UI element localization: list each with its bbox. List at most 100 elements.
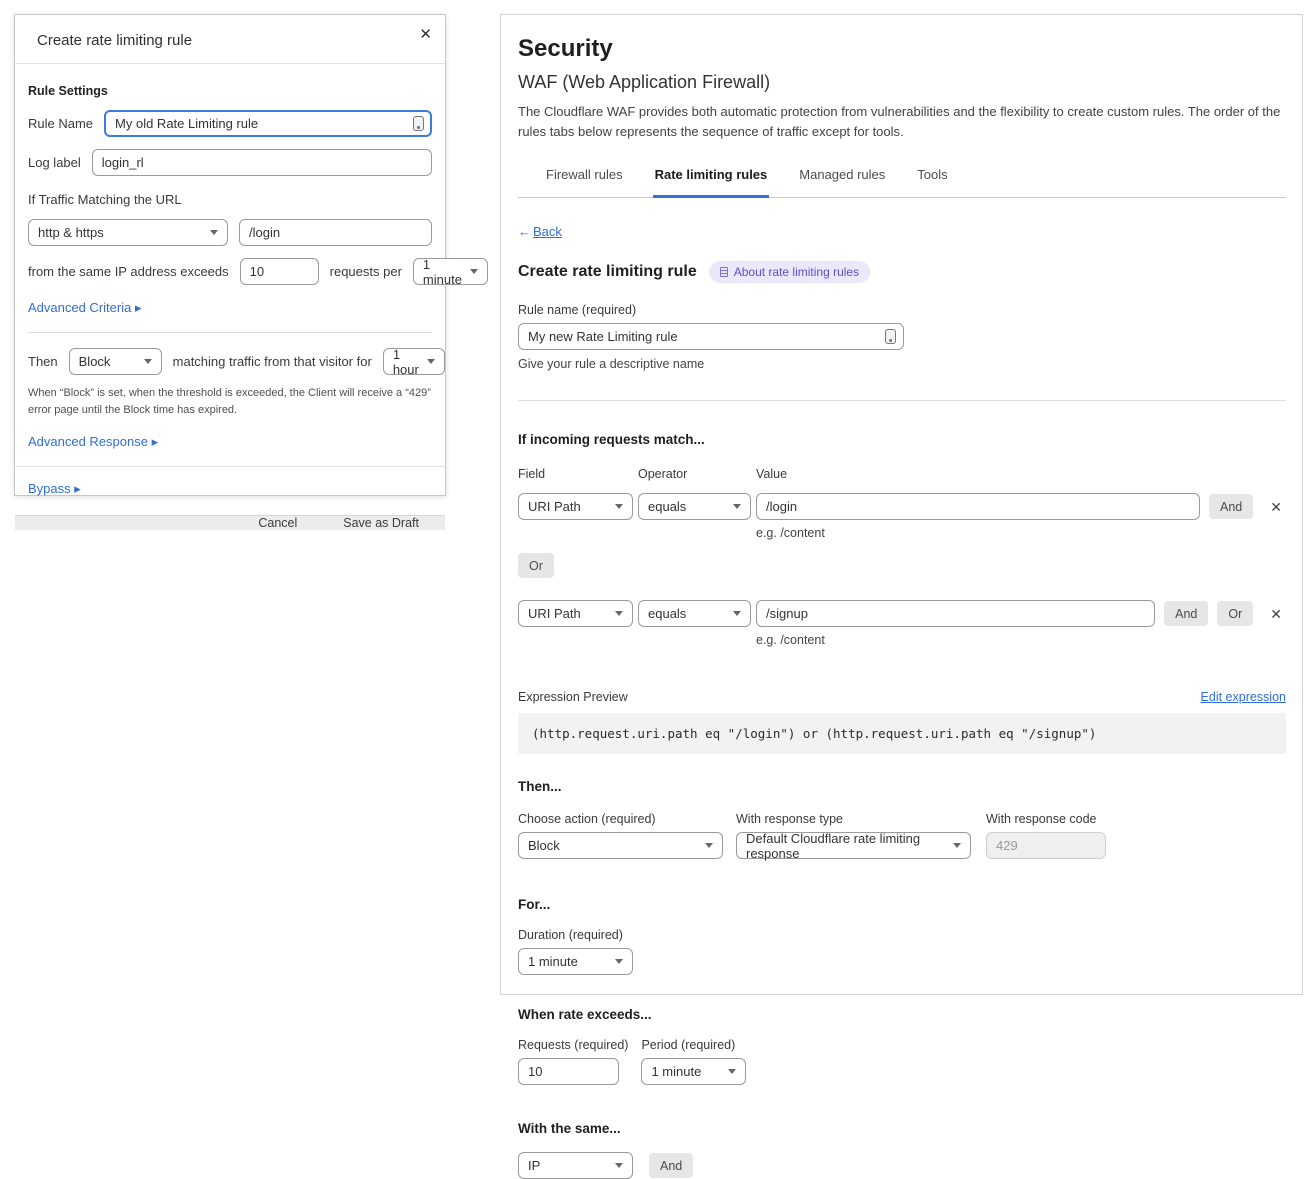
- period-group: Period (required) 1 minute: [641, 1038, 746, 1085]
- period-select[interactable]: 1 minute: [413, 258, 488, 285]
- response-type-label: With response type: [736, 812, 971, 826]
- chevron-down-icon: [615, 611, 623, 616]
- document-icon: [720, 267, 728, 277]
- chevron-down-icon: [733, 504, 741, 509]
- chevron-down-icon: [470, 269, 478, 274]
- log-label-input-wrap: [92, 149, 432, 176]
- expression-code: (http.request.uri.path eq "/login") or (…: [518, 713, 1286, 754]
- dialog-body: Rule Settings Rule Name Log label If Tra…: [15, 64, 445, 450]
- requests-input[interactable]: [240, 258, 319, 285]
- dialog-title: Create rate limiting rule: [37, 32, 192, 49]
- rule-name-input-wrap: [518, 323, 904, 350]
- operator-select[interactable]: equals: [638, 600, 751, 627]
- rule-name-help: Give your rule a descriptive name: [518, 357, 1286, 371]
- field-select[interactable]: URI Path: [518, 600, 633, 627]
- chevron-down-icon: [427, 359, 435, 364]
- expression-preview-label: Expression Preview: [518, 690, 628, 704]
- requests-input[interactable]: [518, 1058, 619, 1085]
- tab-rate-limiting-rules[interactable]: Rate limiting rules: [653, 161, 770, 198]
- same-row: IP And: [518, 1152, 1286, 1179]
- action-label: Choose action (required): [518, 812, 723, 826]
- chevron-down-icon: [733, 611, 741, 616]
- edit-expression-link[interactable]: Edit expression: [1201, 690, 1286, 704]
- action-field-group: Choose action (required) Block: [518, 812, 723, 859]
- bypass-link[interactable]: Bypass ▸: [28, 481, 81, 496]
- advanced-response-link[interactable]: Advanced Response ▸: [28, 434, 432, 450]
- condition-column-labels: Field Operator Value: [518, 467, 1286, 487]
- scheme-select[interactable]: http & https: [28, 219, 228, 246]
- rule-name-input-wrap: [104, 110, 432, 137]
- tab-tools[interactable]: Tools: [915, 161, 949, 198]
- response-type-select[interactable]: Default Cloudflare rate limiting respons…: [736, 832, 971, 859]
- log-label-input[interactable]: [92, 149, 432, 176]
- value-column-label: Value: [756, 467, 787, 481]
- url-input[interactable]: [239, 219, 432, 246]
- field-column-label: Field: [518, 467, 638, 481]
- rule-name-row: Rule Name: [28, 110, 432, 137]
- page-subtitle: WAF (Web Application Firewall): [518, 72, 1286, 93]
- rule-name-input[interactable]: [104, 110, 432, 137]
- period-select[interactable]: 1 minute: [641, 1058, 746, 1085]
- duration-select[interactable]: 1 minute: [518, 948, 633, 975]
- then-fields-row: Choose action (required) Block With resp…: [518, 812, 1286, 859]
- tab-managed-rules[interactable]: Managed rules: [797, 161, 887, 198]
- remove-condition-icon[interactable]: ✕: [1270, 500, 1282, 514]
- or-connector-button[interactable]: Or: [518, 553, 554, 578]
- remove-condition-icon[interactable]: ✕: [1270, 607, 1282, 621]
- dialog-footer: Cancel Save as Draft: [15, 515, 445, 530]
- page-description: The Cloudflare WAF provides both automat…: [518, 102, 1286, 141]
- rule-name-label: Rule Name: [28, 116, 93, 131]
- match-section-title: If incoming requests match...: [518, 432, 1286, 447]
- log-label-row: Log label: [28, 149, 432, 176]
- chevron-down-icon: [615, 959, 623, 964]
- value-hint: e.g. /content: [756, 526, 1286, 540]
- condition-row: URI Path equals And ✕: [518, 493, 1286, 520]
- or-button[interactable]: Or: [1217, 601, 1253, 626]
- and-button[interactable]: And: [1164, 601, 1208, 626]
- divider: [518, 400, 1286, 401]
- chevron-down-icon: [953, 843, 961, 848]
- chevron-down-icon: [615, 1163, 623, 1168]
- divider: [28, 332, 432, 333]
- advanced-criteria-link[interactable]: Advanced Criteria ▸: [28, 300, 432, 316]
- value-input[interactable]: [756, 493, 1200, 520]
- response-type-group: With response type Default Cloudflare ra…: [736, 812, 971, 859]
- close-icon[interactable]: ✕: [419, 25, 432, 43]
- field-select[interactable]: URI Path: [518, 493, 633, 520]
- page-title: Security: [518, 35, 1286, 63]
- url-match-row: http & https: [28, 219, 432, 246]
- back-link[interactable]: ←Back: [518, 224, 1286, 239]
- log-label: Log label: [28, 155, 81, 170]
- rate-fields-row: Requests (required) Period (required) 1 …: [518, 1038, 1286, 1085]
- waf-tabs: Firewall rules Rate limiting rules Manag…: [518, 161, 1286, 198]
- action-select[interactable]: Block: [69, 348, 162, 375]
- response-code-group: With response code: [986, 812, 1106, 859]
- and-button[interactable]: And: [1209, 494, 1253, 519]
- for-section-title: For...: [518, 897, 1286, 912]
- create-rate-limiting-rule-dialog: Create rate limiting rule ✕ Rule Setting…: [14, 14, 446, 496]
- tab-firewall-rules[interactable]: Firewall rules: [544, 161, 625, 198]
- chevron-down-icon: [705, 843, 713, 848]
- action-select[interactable]: Block: [518, 832, 723, 859]
- bypass-section: Bypass ▸: [15, 467, 445, 515]
- condition-row: URI Path equals And Or ✕: [518, 600, 1286, 627]
- chevron-down-icon: [615, 504, 623, 509]
- threshold-prefix: from the same IP address exceeds: [28, 264, 229, 279]
- rule-name-input[interactable]: [518, 323, 904, 350]
- save-as-draft-button[interactable]: Save as Draft: [343, 516, 419, 530]
- response-code-input: [986, 832, 1106, 859]
- cancel-button[interactable]: Cancel: [258, 516, 297, 530]
- threshold-middle: requests per: [330, 264, 402, 279]
- characteristic-select[interactable]: IP: [518, 1152, 633, 1179]
- then-middle: matching traffic from that visitor for: [173, 354, 372, 369]
- expression-preview-row: Expression Preview Edit expression: [518, 690, 1286, 704]
- operator-select[interactable]: equals: [638, 493, 751, 520]
- operator-column-label: Operator: [638, 467, 756, 481]
- autofill-icon[interactable]: [885, 329, 896, 344]
- about-rate-limiting-rules-badge[interactable]: About rate limiting rules: [709, 261, 870, 283]
- block-duration-select[interactable]: 1 hour: [383, 348, 445, 375]
- autofill-icon[interactable]: [413, 116, 424, 131]
- value-input[interactable]: [756, 600, 1155, 627]
- and-characteristic-button[interactable]: And: [649, 1153, 693, 1178]
- back-arrow-icon: ←: [518, 224, 531, 239]
